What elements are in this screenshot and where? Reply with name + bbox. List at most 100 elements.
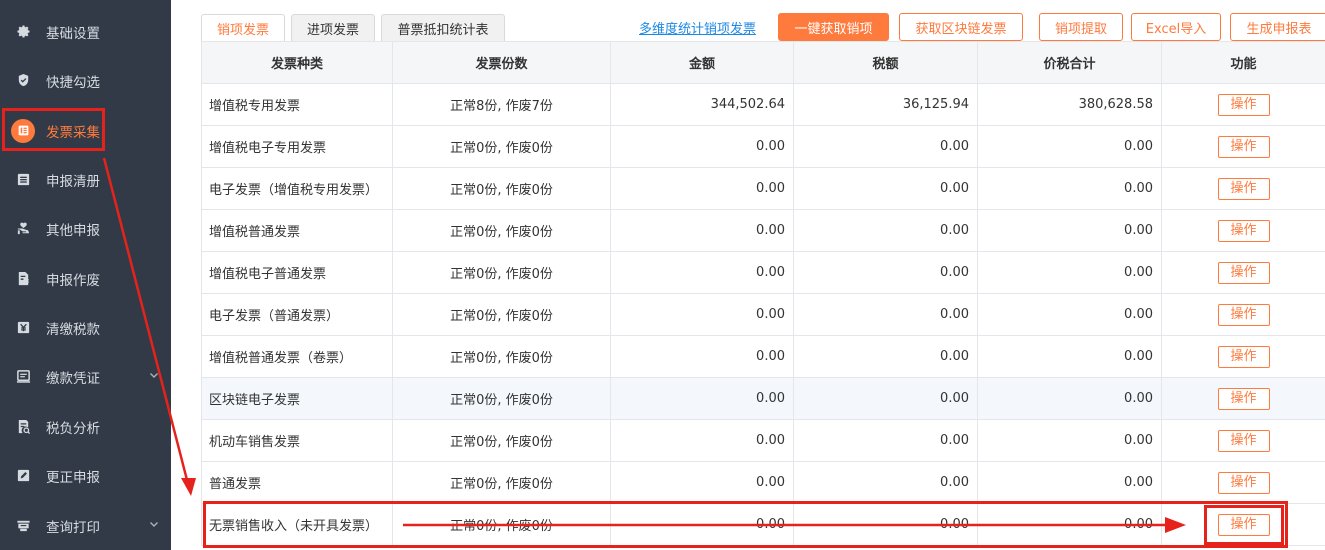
multi-dimension-stats-link[interactable]: 多维度统计销项发票 [639,18,756,37]
cell-function: 操作 [1161,377,1325,420]
operate-button[interactable]: 操作 [1217,135,1270,158]
cell-amount: 0.00 [610,335,794,378]
cell-function: 操作 [1161,419,1325,462]
cell-invoice-count: 正常0份, 作废0份 [392,461,611,504]
sidebar-item-label: 查询打印 [46,519,100,536]
cell-invoice-type: 普通发票 [201,461,393,504]
extract-sales-button[interactable]: 销项提取 [1039,13,1123,41]
operate-button[interactable]: 操作 [1217,219,1270,242]
table-row: 机动车销售发票 正常0份, 作废0份 0.00 0.00 0.00 操作 [201,419,1325,462]
tab-sales-invoice[interactable]: 销项发票 [201,14,285,42]
sidebar-item-label: 快捷勾选 [46,74,100,91]
sidebar-item-payment-voucher[interactable]: 缴款凭证 [0,352,171,401]
cell-total: 0.00 [977,419,1162,462]
edit-icon [0,468,46,483]
tab-purchase-invoice[interactable]: 进项发票 [291,14,375,41]
table-row: 增值税普通发票 正常0份, 作废0份 0.00 0.00 0.00 操作 [201,209,1325,252]
shield-check-icon [0,73,46,88]
cell-tax: 0.00 [793,377,978,420]
operate-button[interactable]: 操作 [1217,513,1270,536]
table-row: 普通发票 正常0份, 作废0份 0.00 0.00 0.00 操作 [201,461,1325,504]
header-invoice-type: 发票种类 [201,41,393,84]
invoice-icon [0,118,46,143]
fetch-blockchain-invoice-button[interactable]: 获取区块链发票 [899,13,1023,41]
cell-tax: 0.00 [793,503,978,546]
cell-invoice-type: 增值税电子普通发票 [201,251,393,294]
cell-tax: 0.00 [793,293,978,336]
cell-function: 操作 [1161,167,1325,210]
tab-general-invoice-deduction-stats[interactable]: 普票抵扣统计表 [381,14,505,41]
table-row: 电子发票（增值税专用发票） 正常0份, 作废0份 0.00 0.00 0.00 操作 [201,167,1325,210]
table-row: 区块链电子发票 正常0份, 作废0份 0.00 0.00 0.00 操作 [201,377,1325,420]
invoice-summary-table: 发票种类 发票份数 金额 税额 价税合计 功能 增值税专用发票 正常8份, 作废7… [201,41,1325,546]
operate-button[interactable]: 操作 [1217,177,1270,200]
document-cancel-icon [0,271,46,286]
table-row: 增值税普通发票（卷票） 正常0份, 作废0份 0.00 0.00 0.00 操作 [201,335,1325,378]
cell-invoice-count: 正常0份, 作废0份 [392,335,611,378]
sidebar-item-declaration-void[interactable]: 申报作废 [0,254,171,303]
sidebar-item-correction-declaration[interactable]: 更正申报 [0,451,171,500]
sidebar-item-query-print[interactable]: 查询打印 [0,501,171,550]
cell-invoice-count: 正常0份, 作废0份 [392,167,611,210]
cell-invoice-count: 正常0份, 作废0份 [392,251,611,294]
cell-function: 操作 [1161,293,1325,336]
cell-invoice-type: 区块链电子发票 [201,377,393,420]
cell-amount: 0.00 [610,125,794,168]
printer-icon [0,518,46,533]
voucher-icon [0,369,46,384]
operate-button[interactable]: 操作 [1217,93,1270,116]
cell-total: 0.00 [977,461,1162,504]
cell-amount: 0.00 [610,167,794,210]
cell-amount: 0.00 [610,503,794,546]
header-total: 价税合计 [977,41,1162,84]
sidebar: 基础设置 快捷勾选 发票采集 申报清册 其他申报 申报作废 清缴税款 缴款凭证 … [0,0,171,550]
table-header-row: 发票种类 发票份数 金额 税额 价税合计 功能 [201,41,1325,84]
sidebar-item-label: 税负分析 [46,420,100,437]
sidebar-item-label: 清缴税款 [46,321,100,338]
sidebar-item-tax-settlement[interactable]: 清缴税款 [0,303,171,352]
cell-amount: 0.00 [610,461,794,504]
sidebar-item-quick-check[interactable]: 快捷勾选 [0,56,171,105]
sidebar-item-label: 缴款凭证 [46,370,100,387]
cell-total: 0.00 [977,377,1162,420]
excel-import-button[interactable]: Excel导入 [1131,13,1221,41]
cell-total: 0.00 [977,125,1162,168]
cell-invoice-type: 增值税普通发票 [201,209,393,252]
cell-tax: 36,125.94 [793,83,978,126]
cell-function: 操作 [1161,83,1325,126]
cell-tax: 0.00 [793,125,978,168]
sidebar-item-label: 申报清册 [46,173,100,190]
cell-total: 0.00 [977,251,1162,294]
sidebar-item-label: 申报作废 [46,272,100,289]
operate-button[interactable]: 操作 [1217,471,1270,494]
operate-button[interactable]: 操作 [1217,303,1270,326]
sidebar-item-label: 发票采集 [46,124,100,141]
cell-invoice-count: 正常0份, 作废0份 [392,419,611,462]
sidebar-item-tax-burden-analysis[interactable]: 税负分析 [0,402,171,451]
cell-function: 操作 [1161,335,1325,378]
table-body: 增值税专用发票 正常8份, 作废7份 344,502.64 36,125.94 380,… [201,83,1325,546]
cell-invoice-count: 正常8份, 作废7份 [392,83,611,126]
operate-button[interactable]: 操作 [1217,345,1270,368]
generate-report-button[interactable]: 生成申报表 [1230,13,1325,41]
cell-amount: 0.00 [610,209,794,252]
fetch-sales-button[interactable]: 一键获取销项 [778,13,889,41]
operate-button[interactable]: 操作 [1217,387,1270,410]
sidebar-item-other-declaration[interactable]: 其他申报 [0,204,171,253]
cell-tax: 0.00 [793,167,978,210]
operate-button[interactable]: 操作 [1217,261,1270,284]
cell-invoice-type: 增值税普通发票（卷票） [201,335,393,378]
cell-invoice-count: 正常0份, 作废0份 [392,125,611,168]
cell-invoice-count: 正常0份, 作废0份 [392,209,611,252]
operate-button[interactable]: 操作 [1217,429,1270,452]
cell-tax: 0.00 [793,335,978,378]
sidebar-item-basic-settings[interactable]: 基础设置 [0,7,171,56]
cell-tax: 0.00 [793,461,978,504]
cell-function: 操作 [1161,461,1325,504]
cell-function: 操作 [1161,251,1325,294]
cell-invoice-type: 增值税电子专用发票 [201,125,393,168]
sidebar-item-invoice-collection[interactable]: 发票采集 [0,106,171,155]
cell-total: 0.00 [977,335,1162,378]
cell-invoice-count: 正常0份, 作废0份 [392,377,611,420]
sidebar-item-declaration-list[interactable]: 申报清册 [0,155,171,204]
